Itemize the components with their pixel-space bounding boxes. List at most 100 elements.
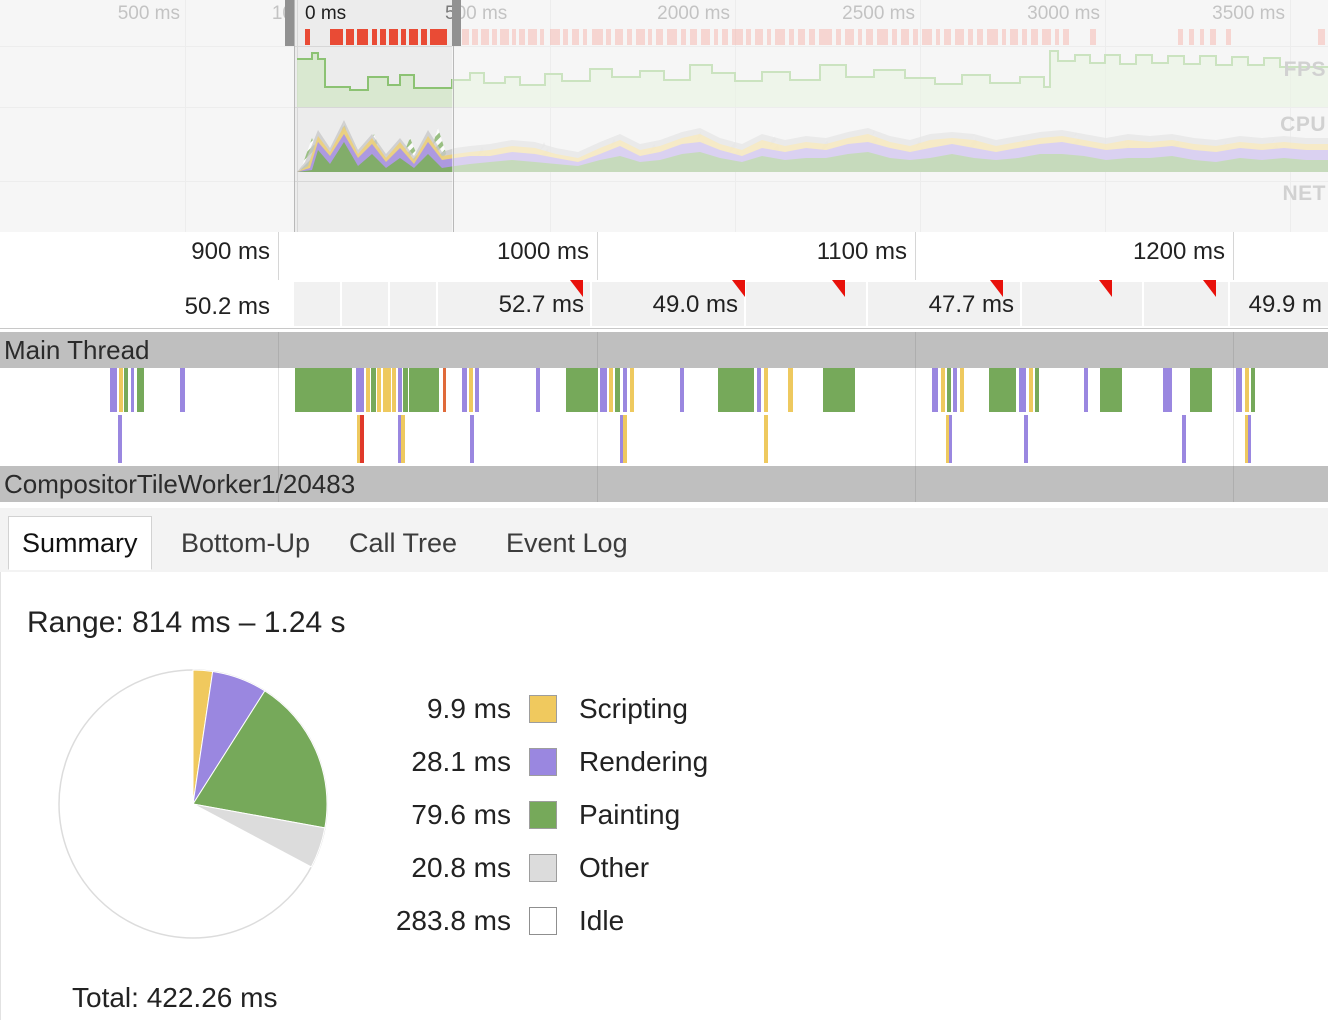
overview-frame-tick xyxy=(789,29,794,45)
selection-handle-right[interactable] xyxy=(452,0,461,46)
selection-handle-left[interactable] xyxy=(285,0,294,46)
flame-chart-event[interactable] xyxy=(566,368,598,412)
frame-box[interactable] xyxy=(294,282,340,326)
flame-chart-event[interactable] xyxy=(443,368,446,412)
flame-chart-event[interactable] xyxy=(823,368,855,412)
flame-chart-event[interactable] xyxy=(1163,368,1172,412)
flame-chart-event[interactable] xyxy=(600,368,607,412)
frame-box[interactable] xyxy=(390,282,436,326)
flame-chart-event[interactable] xyxy=(953,368,957,412)
long-frame-warning-icon[interactable] xyxy=(990,280,1003,297)
overview-frame-tick xyxy=(701,29,710,45)
flame-chart-event[interactable] xyxy=(1024,415,1028,463)
flame-chart-event[interactable] xyxy=(377,368,381,412)
summary-legend: 9.9 ms Scripting 28.1 ms Rendering 79.6 ms Pa… xyxy=(371,682,791,947)
overview-frame-tick xyxy=(481,29,489,45)
flame-chart-event[interactable] xyxy=(409,368,439,412)
flame-chart-event[interactable] xyxy=(764,415,768,463)
summary-pie-chart[interactable] xyxy=(57,668,329,940)
flame-chart-event[interactable] xyxy=(1248,415,1251,463)
main-thread-flame-chart[interactable] xyxy=(0,368,1328,466)
frame-box[interactable]: 49.0 ms xyxy=(592,282,744,326)
overview-frame-tick xyxy=(648,29,652,45)
frames-bar[interactable]: 50.2 ms 52.7 ms 49.0 ms 47.7 ms 49.9 m xyxy=(0,280,1328,329)
track-header-compositor-tile-worker[interactable]: CompositorTileWorker1/20483 xyxy=(0,466,1328,502)
frame-box[interactable] xyxy=(342,282,388,326)
flame-chart-event[interactable] xyxy=(469,368,473,412)
long-frame-warning-icon[interactable] xyxy=(1099,280,1112,297)
flame-chart-event[interactable] xyxy=(110,368,117,412)
legend-row[interactable]: 28.1 ms Rendering xyxy=(371,735,791,788)
frame-box[interactable]: 49.9 m xyxy=(1230,282,1328,326)
flame-chart-event[interactable] xyxy=(932,368,938,412)
flame-chart-event[interactable] xyxy=(609,368,613,412)
flame-chart-event[interactable] xyxy=(180,368,185,412)
frame-box[interactable]: 52.7 ms xyxy=(438,282,590,326)
flame-chart-event[interactable] xyxy=(623,368,627,412)
flame-chart-event[interactable] xyxy=(615,368,620,412)
frame-box[interactable] xyxy=(1022,282,1142,326)
flame-chart-event[interactable] xyxy=(366,368,370,412)
flame-chart-event[interactable] xyxy=(401,415,405,463)
flame-chart-event[interactable] xyxy=(119,368,123,412)
flame-chart-event[interactable] xyxy=(398,368,402,412)
tab-bottom-up[interactable]: Bottom-Up xyxy=(168,516,323,570)
flame-chart-event[interactable] xyxy=(1084,368,1088,412)
flame-chart-event[interactable] xyxy=(757,368,761,412)
flame-chart-event[interactable] xyxy=(1251,368,1255,412)
flame-chart-event[interactable] xyxy=(462,368,467,412)
legend-row[interactable]: 20.8 ms Other xyxy=(371,841,791,894)
flame-chart-event[interactable] xyxy=(1190,368,1212,412)
flame-chart-event[interactable] xyxy=(137,368,144,412)
flame-chart-event[interactable] xyxy=(118,415,122,463)
flame-chart-event[interactable] xyxy=(403,368,408,412)
flame-chart-event[interactable] xyxy=(788,368,793,412)
tab-summary[interactable]: Summary xyxy=(8,516,152,570)
flame-chart-event[interactable] xyxy=(392,368,396,412)
flame-chart-event[interactable] xyxy=(1029,368,1033,412)
overview-ruler: 500 ms 10 500 ms 2000 ms 2500 ms 3000 ms… xyxy=(0,0,1328,28)
flame-chart-event[interactable] xyxy=(941,368,945,412)
flame-chart-event[interactable] xyxy=(989,368,1016,412)
timeline-overview[interactable]: 500 ms 10 500 ms 2000 ms 2500 ms 3000 ms… xyxy=(0,0,1328,232)
flame-chart-event[interactable] xyxy=(1100,368,1122,412)
long-frame-warning-icon[interactable] xyxy=(732,280,745,297)
flame-chart-event[interactable] xyxy=(383,368,391,412)
flame-chart-event[interactable] xyxy=(960,368,964,412)
tab-call-tree[interactable]: Call Tree xyxy=(336,516,470,570)
flame-chart-event[interactable] xyxy=(947,368,951,412)
flame-chart-event[interactable] xyxy=(1019,368,1026,412)
flame-chart-event[interactable] xyxy=(360,415,364,463)
long-frame-warning-icon[interactable] xyxy=(832,280,845,297)
flame-chart-event[interactable] xyxy=(470,415,474,463)
flame-chart-event[interactable] xyxy=(371,368,376,412)
flame-chart-event[interactable] xyxy=(764,368,768,412)
flame-chart-event[interactable] xyxy=(630,368,634,412)
flame-chart-event[interactable] xyxy=(356,368,364,412)
flame-chart-event[interactable] xyxy=(295,368,352,412)
flame-chart-event[interactable] xyxy=(623,415,627,463)
legend-row[interactable]: 79.6 ms Painting xyxy=(371,788,791,841)
flame-chart-event[interactable] xyxy=(1035,368,1039,412)
overview-frame-tick xyxy=(372,29,377,45)
flame-chart-event[interactable] xyxy=(131,368,134,412)
tab-event-log[interactable]: Event Log xyxy=(493,516,641,570)
legend-label: Other xyxy=(579,851,650,883)
flame-chart-event[interactable] xyxy=(475,368,479,412)
flame-chart-event[interactable] xyxy=(1182,415,1186,463)
overview-frame-tick xyxy=(845,29,854,45)
legend-row[interactable]: 283.8 ms Idle xyxy=(371,894,791,947)
frame-box[interactable] xyxy=(746,282,866,326)
overview-frame-tick xyxy=(836,29,841,45)
flame-chart-event[interactable] xyxy=(949,415,952,463)
legend-row[interactable]: 9.9 ms Scripting xyxy=(371,682,791,735)
flame-chart-event[interactable] xyxy=(1245,368,1249,412)
flame-chart-event[interactable] xyxy=(680,368,684,412)
flame-chart-event[interactable] xyxy=(1236,368,1242,412)
long-frame-warning-icon[interactable] xyxy=(570,280,583,297)
long-frame-warning-icon[interactable] xyxy=(1203,280,1216,297)
flame-chart-event[interactable] xyxy=(718,368,754,412)
flame-chart-event[interactable] xyxy=(536,368,540,412)
flame-chart-event[interactable] xyxy=(124,368,128,412)
track-header-main-thread[interactable]: Main Thread xyxy=(0,332,1328,368)
